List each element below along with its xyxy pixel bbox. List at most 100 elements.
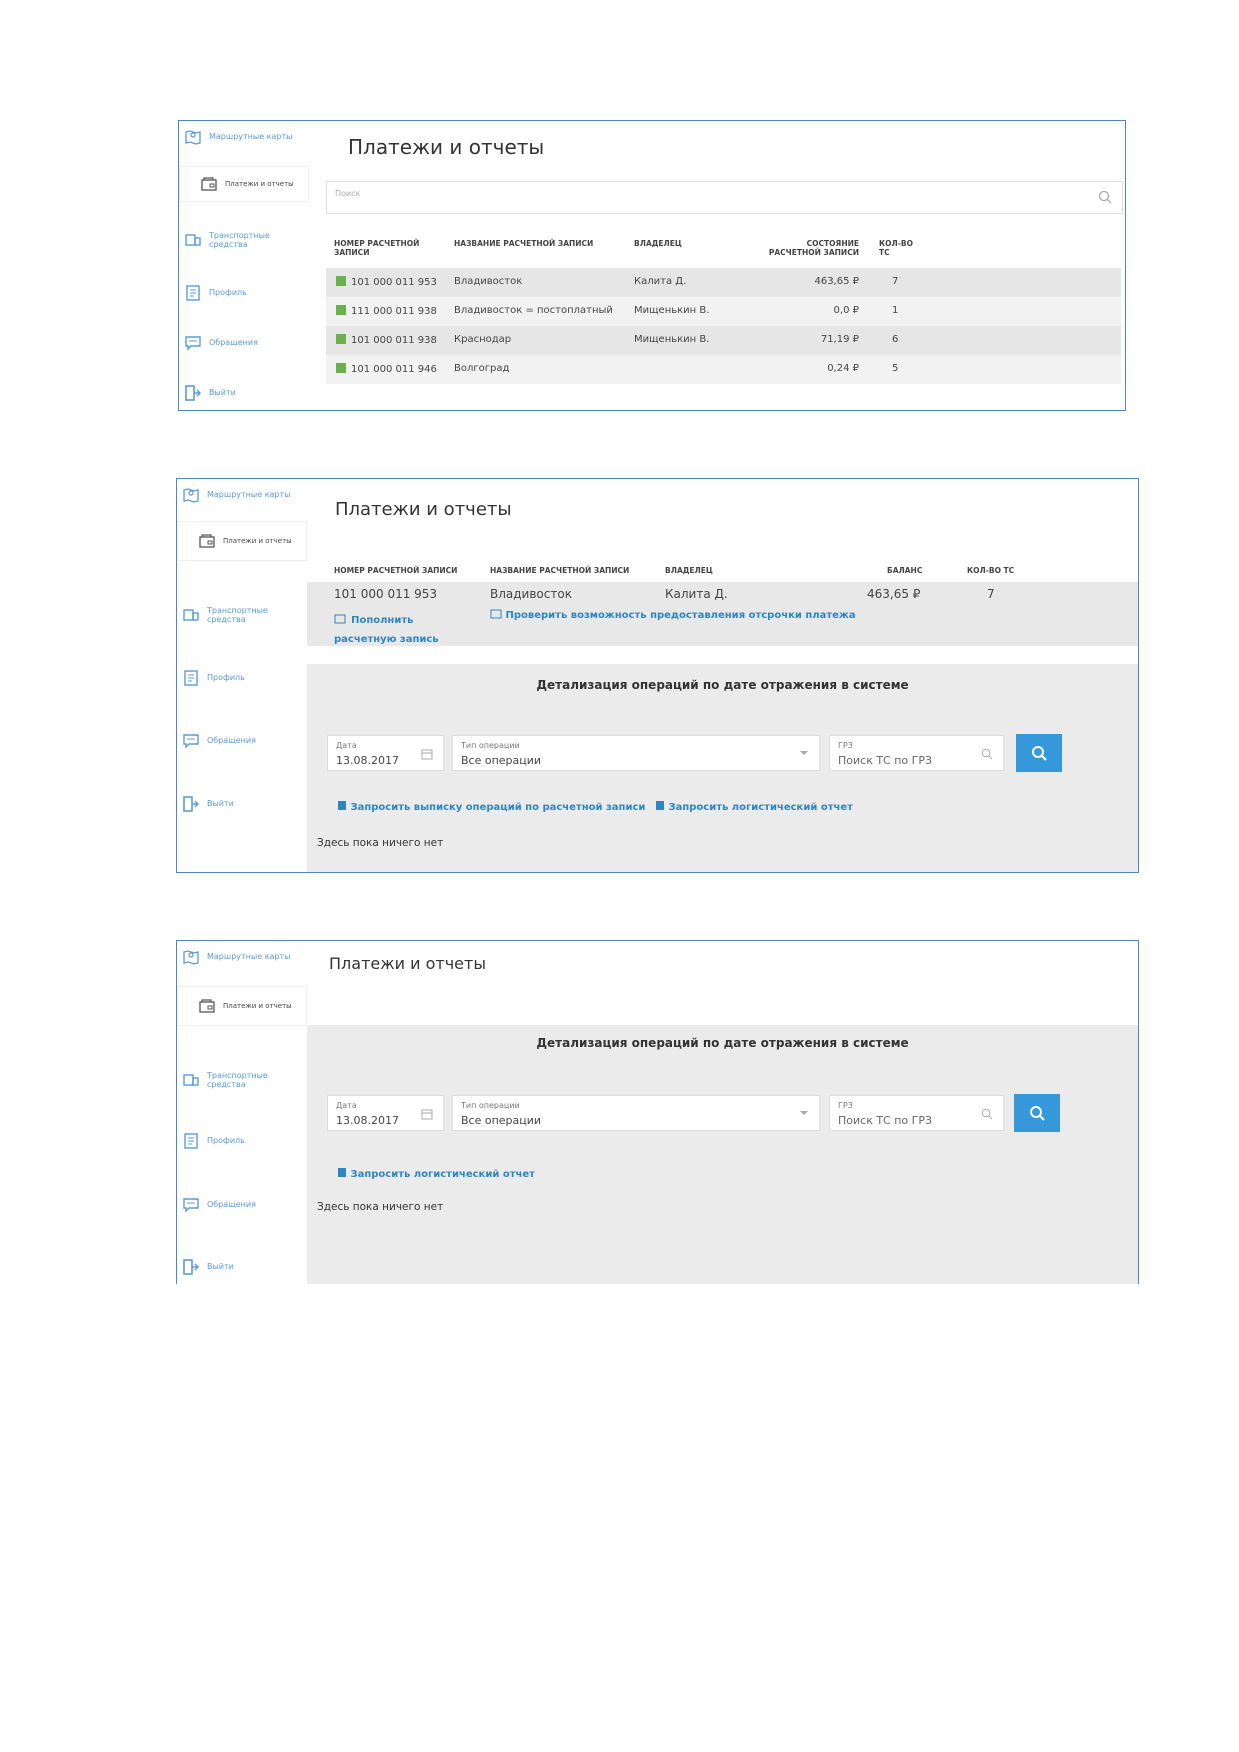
- col-header-count[interactable]: КОЛ-ВО ТС: [879, 239, 917, 257]
- search-button[interactable]: [1014, 1094, 1060, 1132]
- cell-state: 0,24 ₽: [827, 363, 859, 374]
- operation-type-select[interactable]: Тип операции Все операции: [452, 1095, 820, 1131]
- nav-appeals[interactable]: Обращения: [179, 329, 309, 357]
- cell-name: Волгоград: [454, 363, 510, 374]
- table-row[interactable]: 101 000 011 946 Волгоград 0,24 ₽ 5: [326, 355, 1121, 384]
- cell-name: Владивосток: [490, 587, 572, 601]
- page-title: Платежи и отчеты: [348, 135, 545, 159]
- nav-logout-label: Выйти: [209, 388, 236, 398]
- date-field[interactable]: Дата 13.08.2017: [327, 735, 444, 771]
- table-row[interactable]: 111 000 011 938 Владивосток = постоплатн…: [326, 297, 1121, 326]
- nav-profile[interactable]: Профиль: [177, 664, 307, 692]
- logistic-report-link[interactable]: Запросить логистический отчет: [655, 800, 853, 813]
- cell-state: 71,19 ₽: [820, 334, 859, 345]
- nav-profile[interactable]: Профиль: [177, 1127, 307, 1155]
- operation-type-label: Тип операции: [461, 741, 520, 750]
- nav-payments-label: Платежи и отчеты: [223, 536, 292, 545]
- col-header-number[interactable]: НОМЕР РАСЧЕТНОЙ ЗАПИСИ: [334, 239, 434, 257]
- nav-vehicles[interactable]: Транспортные средства: [179, 226, 309, 254]
- nav-logout[interactable]: Выйти: [179, 379, 309, 407]
- col-header-name[interactable]: НАЗВАНИЕ РАСЧЕТНОЙ ЗАПИСИ: [490, 566, 629, 575]
- profile-icon: [184, 670, 198, 686]
- col-header-balance[interactable]: БАЛАНС: [887, 566, 922, 575]
- nav-logout[interactable]: Выйти: [177, 790, 307, 818]
- status-badge: [336, 276, 346, 286]
- cell-balance: 463,65 ₽: [867, 587, 921, 601]
- cell-count: 7: [892, 276, 899, 287]
- date-label: Дата: [336, 741, 357, 750]
- cell-name: Владивосток = постоплатный: [454, 305, 613, 316]
- profile-icon: [184, 1133, 198, 1149]
- grz-label: ГРЗ: [838, 1101, 853, 1110]
- document-icon: [338, 1168, 346, 1177]
- chevron-down-icon[interactable]: [799, 748, 809, 758]
- cell-owner: Калита Д.: [665, 587, 728, 601]
- logout-icon: [183, 796, 199, 812]
- nav-payments[interactable]: Платежи и отчеты: [177, 521, 307, 561]
- nav-logout-label: Выйти: [207, 1262, 234, 1272]
- grz-placeholder: Поиск ТС по ГРЗ: [838, 754, 933, 767]
- deferral-link[interactable]: Проверить возможность предоставления отс…: [490, 608, 856, 621]
- map-icon: [183, 950, 199, 965]
- col-header-count[interactable]: КОЛ-ВО ТС: [967, 566, 1014, 575]
- selected-account-row[interactable]: 101 000 011 953 Владивосток Калита Д. 46…: [307, 582, 1138, 646]
- sidebar: Маршрутные карты Платежи и отчеты Трансп…: [177, 941, 307, 1284]
- cell-number: 111 000 011 938: [336, 305, 437, 317]
- message-icon: [183, 1198, 199, 1213]
- grz-search-input[interactable]: ГРЗ Поиск ТС по ГРЗ: [829, 735, 1004, 771]
- table-row[interactable]: 101 000 011 953 Владивосток Калита Д. 46…: [326, 268, 1121, 297]
- statement-request-link[interactable]: Запросить выписку операций по расчетной …: [337, 800, 645, 813]
- search-button[interactable]: [1016, 734, 1062, 772]
- nav-profile-label: Профиль: [207, 673, 245, 683]
- nav-payments[interactable]: Платежи и отчеты: [179, 166, 309, 202]
- col-header-name[interactable]: НАЗВАНИЕ РАСЧЕТНОЙ ЗАПИСИ: [454, 239, 624, 248]
- table-row[interactable]: 101 000 011 938 Краснодар Мищенькин В. 7…: [326, 326, 1121, 355]
- cell-state: 0,0 ₽: [833, 305, 859, 316]
- section-title: Детализация операций по дате отражения в…: [536, 678, 909, 692]
- chevron-down-icon[interactable]: [799, 1108, 809, 1118]
- nav-routes[interactable]: Маршрутные карты: [177, 943, 307, 971]
- nav-payments[interactable]: Платежи и отчеты: [177, 986, 307, 1026]
- calendar-icon[interactable]: [421, 748, 433, 760]
- operation-type-select[interactable]: Тип операции Все операции: [452, 735, 820, 771]
- nav-vehicles[interactable]: Транспортные средства: [177, 1066, 307, 1094]
- col-header-state[interactable]: СОСТОЯНИЕ РАСЧЕТНОЙ ЗАПИСИ: [754, 239, 859, 257]
- topup-link[interactable]: Пополнить расчетную запись: [334, 608, 454, 646]
- wallet-icon: [199, 999, 215, 1013]
- grz-search-input[interactable]: ГРЗ Поиск ТС по ГРЗ: [829, 1095, 1004, 1131]
- nav-routes[interactable]: Маршрутные карты: [179, 123, 309, 151]
- nav-appeals[interactable]: Обращения: [177, 1191, 307, 1219]
- cell-count: 7: [987, 587, 995, 601]
- cell-count: 5: [892, 363, 899, 374]
- date-field[interactable]: Дата 13.08.2017: [327, 1095, 444, 1131]
- logistic-report-link[interactable]: Запросить логистический отчет: [337, 1167, 535, 1180]
- col-header-owner[interactable]: ВЛАДЕЛЕЦ: [665, 566, 713, 575]
- nav-vehicles[interactable]: Транспортные средства: [177, 601, 307, 629]
- nav-routes[interactable]: Маршрутные карты: [177, 481, 307, 509]
- search-icon[interactable]: [1098, 190, 1112, 204]
- calendar-icon[interactable]: [421, 1108, 433, 1120]
- cell-number: 101 000 011 953: [336, 276, 437, 288]
- cell-name: Краснодар: [454, 334, 512, 345]
- search-icon: [981, 748, 993, 760]
- message-icon: [183, 734, 199, 749]
- nav-logout[interactable]: Выйти: [177, 1253, 307, 1281]
- search-input[interactable]: Поиск: [326, 181, 1123, 214]
- grz-placeholder: Поиск ТС по ГРЗ: [838, 1114, 933, 1127]
- nav-profile[interactable]: Профиль: [179, 279, 309, 307]
- cell-number: 101 000 011 953: [334, 587, 438, 601]
- nav-routes-label: Маршрутные карты: [207, 490, 291, 500]
- section-title: Детализация операций по дате отражения в…: [536, 1036, 909, 1050]
- truck-icon: [185, 234, 201, 246]
- nav-appeals-label: Обращения: [209, 338, 258, 348]
- cell-state: 463,65 ₽: [814, 276, 859, 287]
- nav-appeals[interactable]: Обращения: [177, 727, 307, 755]
- truck-icon: [183, 1074, 199, 1086]
- date-value: 13.08.2017: [336, 1114, 399, 1127]
- cell-owner: Калита Д.: [634, 276, 687, 287]
- nav-vehicles-label: Транспортные средства: [207, 1070, 268, 1089]
- grz-label: ГРЗ: [838, 741, 853, 750]
- col-header-number[interactable]: НОМЕР РАСЧЕТНОЙ ЗАПИСИ: [334, 566, 457, 575]
- search-icon: [981, 1108, 993, 1120]
- col-header-owner[interactable]: ВЛАДЕЛЕЦ: [634, 239, 682, 248]
